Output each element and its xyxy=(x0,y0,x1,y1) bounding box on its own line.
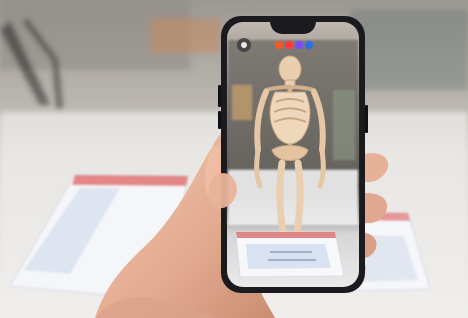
top-color-dot-3[interactable] xyxy=(294,40,304,50)
phone-side-button-left-1 xyxy=(218,85,221,107)
top-color-dot-4[interactable] xyxy=(304,40,314,50)
photo xyxy=(0,0,468,318)
photo-frame xyxy=(0,0,468,318)
screen-card xyxy=(235,231,345,278)
phone-notch xyxy=(270,22,316,34)
phone-side-button-right xyxy=(365,105,368,133)
top-color-dot-1[interactable] xyxy=(274,40,284,50)
settings-icon[interactable] xyxy=(237,38,251,52)
top-color-dot-2[interactable] xyxy=(284,40,294,50)
phone xyxy=(218,16,368,293)
phone-side-button-left-2 xyxy=(218,111,221,129)
